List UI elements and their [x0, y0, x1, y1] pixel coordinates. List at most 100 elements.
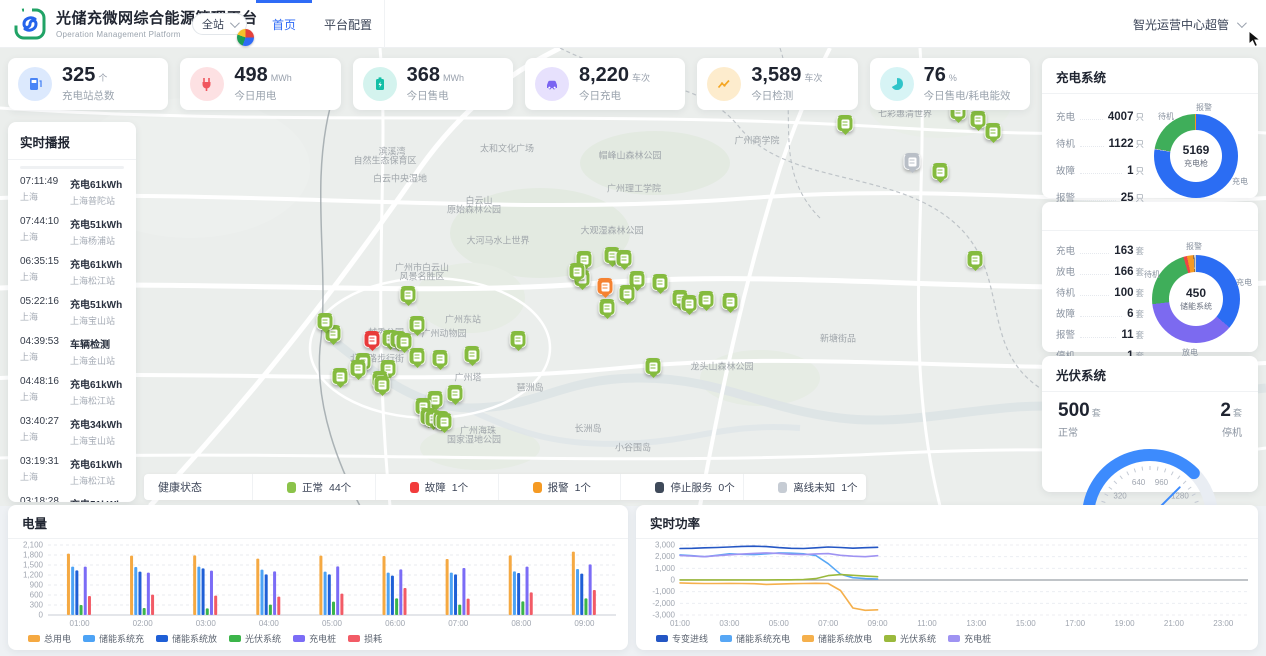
status-row-放电: 放电166套: [1056, 260, 1144, 281]
dotted-leader: [1080, 316, 1122, 317]
broadcast-list[interactable]: 07:11:49上海充电61kWh上海普陀站07:44:10上海充电51kWh上…: [8, 160, 136, 502]
station-pin-green[interactable]: [569, 263, 586, 280]
station-pin-green[interactable]: [409, 316, 426, 333]
broadcast-city: 上海: [20, 310, 70, 323]
station-pin-orange[interactable]: [597, 278, 614, 295]
station-pin-green[interactable]: [350, 360, 367, 377]
donut-center-label: 充电枪: [1184, 158, 1208, 169]
broadcast-item-left: 04:39:53上海: [20, 336, 70, 367]
status-row-待机: 待机100套: [1056, 281, 1144, 302]
health-dot: [410, 482, 419, 493]
legend-label: 储能系统充: [99, 632, 144, 645]
station-pin-glyph: [623, 289, 631, 298]
station-pin-green[interactable]: [722, 293, 739, 310]
power-chart-legend: 专变进线储能系统充电 储能系统放电光伏系统充电桩: [656, 632, 991, 645]
station-pin-green[interactable]: [681, 295, 698, 312]
energy-bar-chart[interactable]: 03006009001,2001,5001,8002,10001:0002:00…: [8, 539, 628, 631]
legend-swatch: [348, 635, 360, 642]
broadcast-station: 上海宝山站: [70, 314, 122, 327]
status-row-unit: 只: [1135, 165, 1144, 177]
station-pin-green[interactable]: [985, 123, 1002, 140]
station-pin-green[interactable]: [332, 368, 349, 385]
pv-system-title: 光伏系统: [1042, 356, 1258, 391]
legend-item-充电桩[interactable]: 充电桩: [948, 632, 991, 645]
station-pin-glyph: [436, 354, 444, 363]
station-pin-green[interactable]: [619, 285, 636, 302]
power-line-chart[interactable]: -3,000-2,000-1,00001,0002,0003,00001:000…: [636, 539, 1258, 631]
legend-item-专变进线[interactable]: 专变进线: [656, 632, 708, 645]
legend-item-储能系统充[interactable]: 储能系统充: [83, 632, 144, 645]
health-dot: [778, 482, 787, 493]
broadcast-city: 上海: [20, 470, 70, 483]
svg-text:06:00: 06:00: [385, 619, 406, 628]
broadcast-city: 上海: [20, 390, 70, 403]
broadcast-city: 上海: [20, 190, 70, 203]
station-pin-glyph: [620, 254, 628, 263]
svg-text:01:00: 01:00: [670, 619, 691, 628]
legend-item-充电桩[interactable]: 充电桩: [293, 632, 336, 645]
map-place-label: 风景名胜区: [399, 270, 444, 283]
legend-item-光伏系统[interactable]: 光伏系统: [229, 632, 281, 645]
legend-label: 储能系统放电: [818, 632, 872, 645]
legend-item-损耗[interactable]: 损耗: [348, 632, 382, 645]
station-pin-green[interactable]: [317, 313, 334, 330]
station-pin-green[interactable]: [837, 115, 854, 132]
broadcast-event: 充电51kWh: [70, 296, 122, 311]
health-label: 离线未知: [793, 480, 835, 495]
dotted-leader: [1080, 253, 1109, 254]
station-pin-green[interactable]: [967, 251, 984, 268]
battery-icon: [363, 67, 397, 101]
station-pin-gray[interactable]: [904, 153, 921, 170]
legend-item-光伏系统[interactable]: 光伏系统: [884, 632, 936, 645]
station-pin-glyph: [573, 267, 581, 276]
status-row-value: 163: [1114, 245, 1133, 257]
legend-swatch: [720, 635, 732, 642]
status-row-充电: 充电163套: [1056, 239, 1144, 260]
legend-item-储能系统放电[interactable]: 储能系统放电: [802, 632, 872, 645]
station-pin-glyph: [354, 364, 362, 373]
broadcast-item: 04:39:53上海车辆检测上海金山站: [20, 331, 124, 371]
legend-item-储能系统充电[interactable]: 储能系统充电: [720, 632, 790, 645]
status-row-unit: 套: [1135, 245, 1144, 257]
tab-platform-config[interactable]: 平台配置: [318, 0, 378, 48]
map-place-label: 广州理工学院: [607, 182, 661, 195]
station-pin-green[interactable]: [409, 348, 426, 365]
status-row-value: 166: [1114, 266, 1133, 278]
broadcast-city: 上海: [20, 350, 70, 363]
station-pin-red[interactable]: [364, 331, 381, 348]
station-pin-green[interactable]: [616, 250, 633, 267]
svg-text:17:00: 17:00: [1065, 619, 1086, 628]
station-pin-green[interactable]: [645, 358, 662, 375]
station-pin-green[interactable]: [396, 333, 413, 350]
status-row-充电: 充电4007只: [1056, 102, 1144, 129]
tab-home[interactable]: 首页: [256, 0, 312, 48]
station-pin-green[interactable]: [464, 346, 481, 363]
station-pin-glyph: [440, 417, 448, 426]
broadcast-item-left: 07:44:10上海: [20, 216, 70, 247]
status-row-label: 待机: [1056, 136, 1075, 150]
station-pin-green[interactable]: [400, 286, 417, 303]
legend-label: 总用电: [44, 632, 71, 645]
legend-item-总用电[interactable]: 总用电: [28, 632, 71, 645]
station-pin-green[interactable]: [374, 376, 391, 393]
svg-text:900: 900: [30, 581, 44, 590]
legend-swatch: [293, 635, 305, 642]
donut-callout-充电: 充电: [1236, 277, 1252, 288]
station-pin-green[interactable]: [436, 413, 453, 430]
broadcast-item: 03:19:31上海充电61kWh上海松江站: [20, 451, 124, 491]
station-pin-green[interactable]: [652, 274, 669, 291]
station-pin-green[interactable]: [447, 385, 464, 402]
user-menu[interactable]: 智光运营中心超管: [1133, 0, 1244, 48]
kpi-value: 3,589车次: [751, 65, 822, 86]
station-pin-green[interactable]: [510, 331, 527, 348]
kpi-card-6: 76%今日售电/耗电能效: [870, 58, 1030, 110]
station-pin-green[interactable]: [432, 350, 449, 367]
legend-item-储能系统放[interactable]: 储能系统放: [156, 632, 217, 645]
health-item-故障: 故障1个: [375, 474, 498, 500]
kpi-label: 充电站总数: [62, 88, 115, 103]
kpi-value: 498MWh: [234, 65, 291, 86]
station-pin-green[interactable]: [932, 163, 949, 180]
broadcast-time: 07:44:10: [20, 216, 70, 227]
station-pin-green[interactable]: [698, 291, 715, 308]
kpi-value: 368MWh: [407, 65, 464, 86]
